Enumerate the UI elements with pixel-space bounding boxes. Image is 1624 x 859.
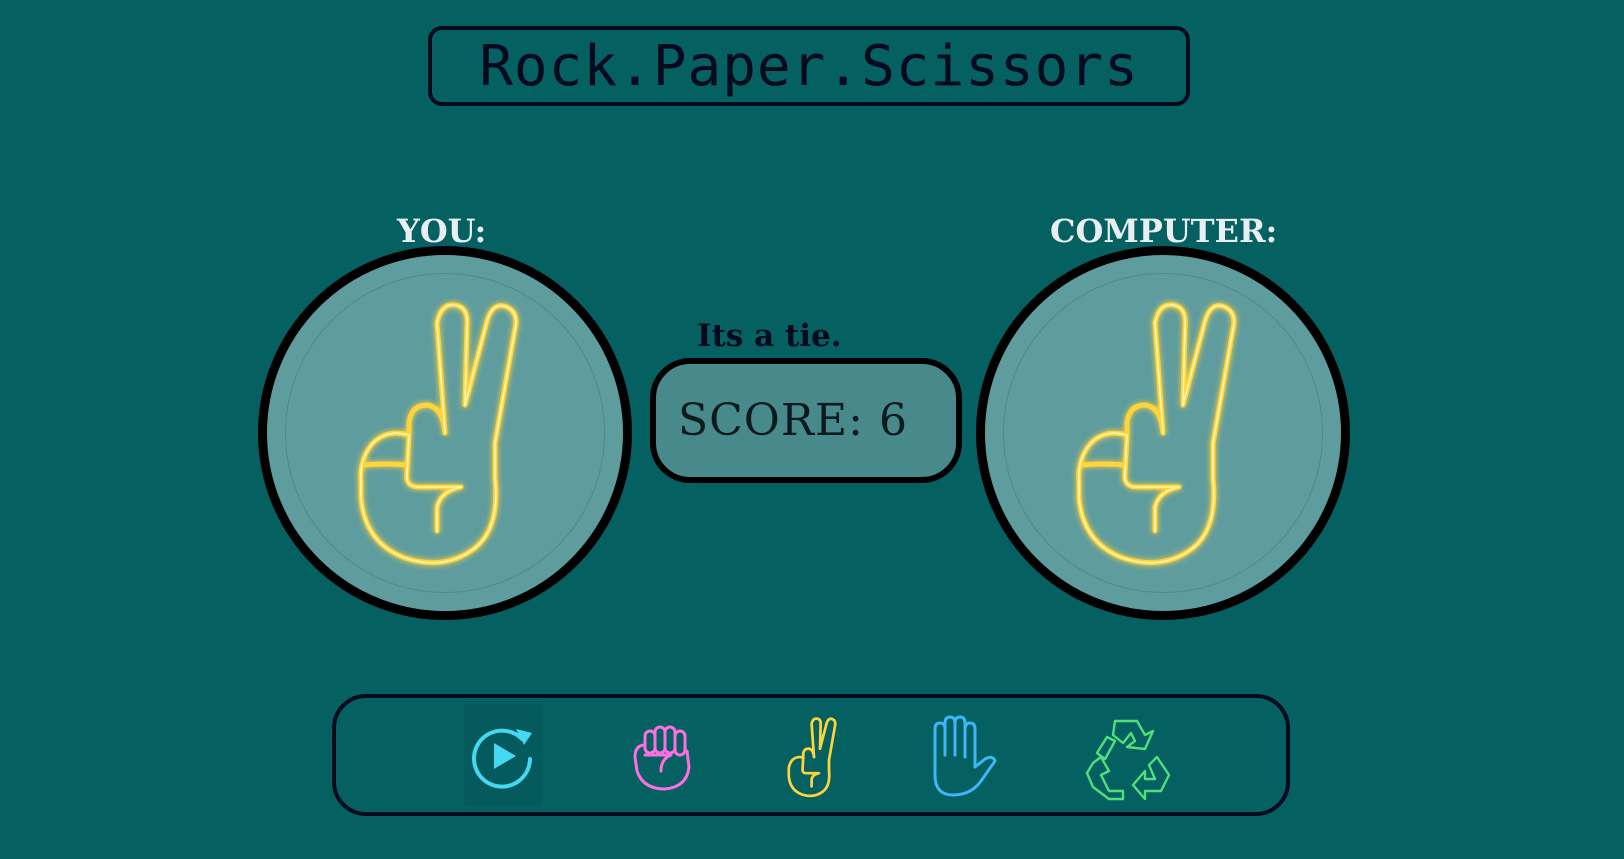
you-choice-display — [258, 246, 632, 620]
paper-button[interactable] — [920, 710, 1004, 804]
paper-hand-icon — [933, 715, 997, 797]
you-label: YOU: — [397, 212, 487, 250]
reset-button[interactable] — [1074, 710, 1184, 804]
recycle-icon — [1085, 719, 1171, 801]
scissors-button[interactable] — [772, 710, 856, 804]
rock-button[interactable] — [622, 710, 706, 804]
computer-label: COMPUTER: — [1050, 212, 1278, 250]
play-restart-icon — [472, 728, 532, 789]
title-box: Rock.Paper.Scissors — [428, 26, 1190, 106]
play-restart-button[interactable] — [466, 706, 540, 804]
choice-toolbar — [332, 694, 1290, 816]
scissors-hand-icon — [358, 302, 519, 566]
game-title: Rock.Paper.Scissors — [479, 33, 1139, 99]
computer-choice-display — [976, 246, 1350, 620]
scissors-hand-icon — [1076, 302, 1237, 566]
rock-fist-icon — [633, 725, 691, 791]
round-result: Its a tie. — [697, 318, 842, 354]
score-box: SCORE: 6 — [650, 358, 962, 483]
scissors-hand-icon — [787, 717, 837, 798]
score-value: SCORE: 6 — [678, 395, 908, 446]
